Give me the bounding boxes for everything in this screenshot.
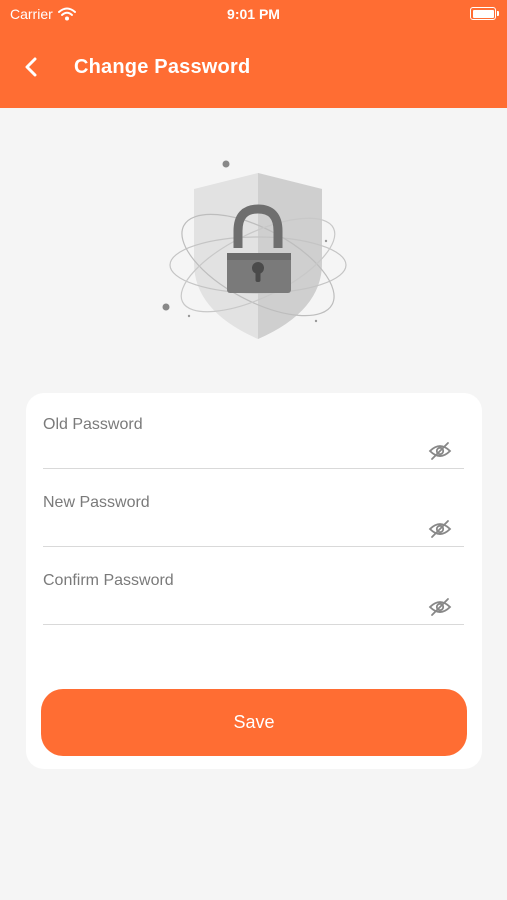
new-password-field: New Password (43, 471, 464, 547)
old-password-visibility-toggle[interactable] (428, 441, 452, 461)
save-button[interactable]: Save (41, 689, 467, 756)
status-bar: Carrier 9:01 PM (0, 0, 507, 28)
confirm-password-field: Confirm Password (43, 549, 464, 625)
new-password-underline (43, 546, 464, 547)
new-password-visibility-toggle[interactable] (428, 519, 452, 539)
confirm-password-label: Confirm Password (43, 572, 174, 589)
new-password-input[interactable] (43, 516, 413, 542)
shield-lock-illustration (158, 155, 354, 351)
old-password-label: Old Password (43, 416, 143, 433)
chevron-left-icon (25, 57, 37, 77)
old-password-field: Old Password (43, 393, 464, 469)
shield-lock-icon (162, 160, 347, 339)
confirm-password-visibility-toggle[interactable] (428, 597, 452, 617)
back-button[interactable] (16, 52, 46, 82)
new-password-label: New Password (43, 494, 150, 511)
confirm-password-input[interactable] (43, 594, 413, 620)
confirm-password-underline (43, 624, 464, 625)
page-title: Change Password (74, 56, 251, 78)
old-password-underline (43, 468, 464, 469)
eye-off-icon (428, 442, 452, 460)
status-time: 9:01 PM (227, 6, 280, 22)
eye-off-icon (428, 598, 452, 616)
eye-off-icon (428, 520, 452, 538)
old-password-input[interactable] (43, 438, 413, 464)
password-form-card: Old Password New Password Confirm Passwo… (26, 393, 482, 769)
battery-icon (470, 7, 499, 20)
app-header: Carrier 9:01 PM Change Password (0, 0, 507, 108)
